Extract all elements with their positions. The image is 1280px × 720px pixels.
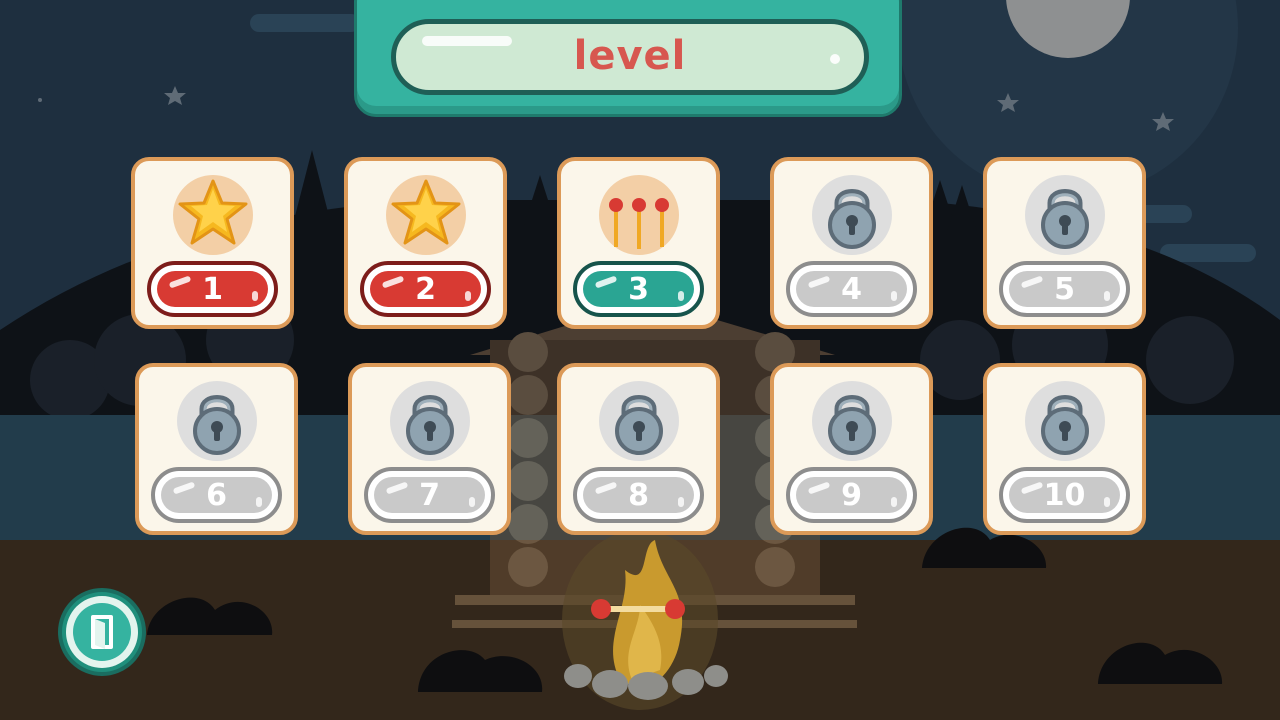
- level-card-10: 10: [983, 363, 1146, 535]
- level-icon-badge: [385, 175, 466, 255]
- level-header-panel: level: [354, 0, 902, 117]
- level-number: 10: [1043, 477, 1086, 513]
- level-number: 5: [1054, 271, 1075, 307]
- level-icon-badge: [811, 381, 892, 461]
- level-card-2[interactable]: 2: [344, 157, 507, 329]
- match-progress-icon: [591, 599, 685, 619]
- level-title-banner: level: [391, 19, 869, 95]
- level-pill-shine-dot: [678, 497, 684, 507]
- level-card-1[interactable]: 1: [131, 157, 294, 329]
- level-icon-badge: [389, 381, 470, 461]
- level-pill-shine-dot: [678, 291, 684, 301]
- level-pill-shine-dot: [252, 291, 258, 301]
- lock-icon: [192, 395, 241, 455]
- level-number-pill: 7: [364, 467, 495, 523]
- exit-button[interactable]: [58, 588, 146, 676]
- door-icon: [91, 615, 113, 649]
- banner-shine: [422, 36, 512, 46]
- level-icon-badge: [176, 381, 257, 461]
- level-icon-badge: [598, 175, 679, 255]
- lock-icon: [1040, 395, 1089, 455]
- level-pill-shine-dot: [465, 291, 471, 301]
- level-pill-shine-dot: [1104, 291, 1110, 301]
- level-icon-badge: [1024, 175, 1105, 255]
- level-number: 4: [841, 271, 862, 307]
- level-number-pill: 3: [573, 261, 704, 317]
- lock-icon: [827, 395, 876, 455]
- level-number-pill: 10: [999, 467, 1130, 523]
- level-number-pill: 8: [573, 467, 704, 523]
- star-icon: [178, 179, 247, 245]
- level-number: 2: [415, 271, 436, 307]
- level-pill-shine-dot: [891, 497, 897, 507]
- level-number: 1: [202, 271, 223, 307]
- level-number: 8: [628, 477, 649, 513]
- lock-icon: [614, 395, 663, 455]
- lock-icon: [405, 395, 454, 455]
- level-number-pill: 1: [147, 261, 278, 317]
- level-card-5: 5: [983, 157, 1146, 329]
- level-number: 9: [841, 477, 862, 513]
- level-number-pill: 6: [151, 467, 282, 523]
- star-icon: [391, 179, 460, 245]
- level-card-6: 6: [135, 363, 298, 535]
- page-title: level: [573, 33, 687, 79]
- level-icon-badge: [598, 381, 679, 461]
- level-card-3[interactable]: 3: [557, 157, 720, 329]
- level-number-pill: 9: [786, 467, 917, 523]
- level-pill-shine-dot: [1104, 497, 1110, 507]
- level-number: 7: [419, 477, 440, 513]
- level-pill-shine-dot: [891, 291, 897, 301]
- level-number-pill: 2: [360, 261, 491, 317]
- level-icon-badge: [172, 175, 253, 255]
- level-pill-shine-dot: [469, 497, 475, 507]
- lock-icon: [1040, 189, 1089, 249]
- level-number-pill: 4: [786, 261, 917, 317]
- level-icon-badge: [811, 175, 892, 255]
- level-number: 6: [206, 477, 227, 513]
- level-card-8: 8: [557, 363, 720, 535]
- level-icon-badge: [1024, 381, 1105, 461]
- level-card-4: 4: [770, 157, 933, 329]
- lock-icon: [827, 189, 876, 249]
- level-pill-shine-dot: [256, 497, 262, 507]
- level-card-7: 7: [348, 363, 511, 535]
- level-card-9: 9: [770, 363, 933, 535]
- matches-icon: [608, 198, 669, 249]
- banner-shine-dot: [830, 54, 840, 64]
- level-number: 3: [628, 271, 649, 307]
- level-number-pill: 5: [999, 261, 1130, 317]
- exit-button-core: [73, 603, 131, 661]
